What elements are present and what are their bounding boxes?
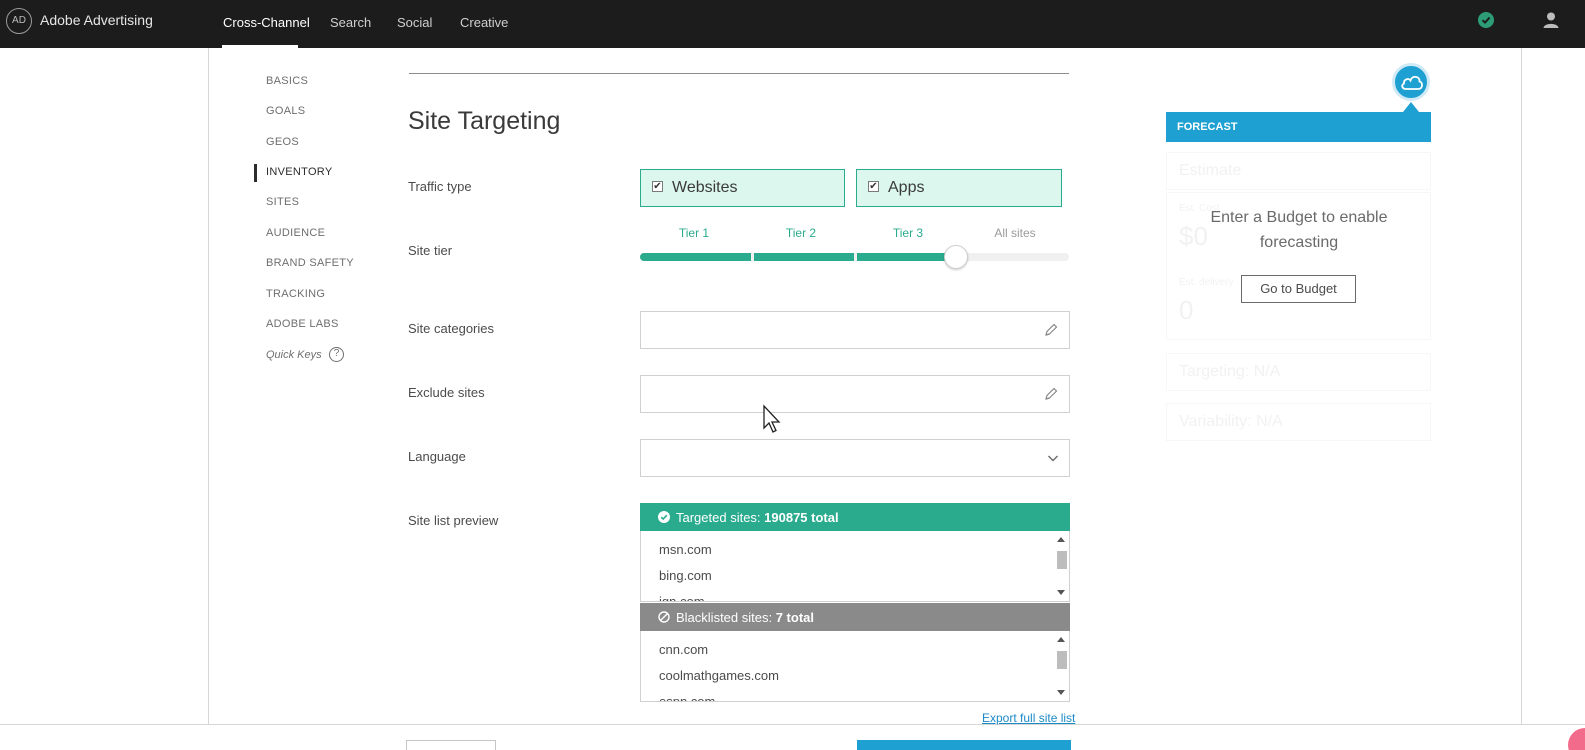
- site-tier-fill-segment-2: [754, 253, 854, 261]
- sidebar-item-goals[interactable]: GOALS: [266, 105, 305, 117]
- blacklisted-sites-title: Blacklisted sites: 7 total: [676, 610, 814, 625]
- sidebar-item-geos[interactable]: GEOS: [266, 136, 299, 148]
- targeting-row: Targeting: N/A: [1166, 353, 1431, 391]
- sidebar-item-tracking[interactable]: TRACKING: [266, 288, 325, 300]
- list-item: msn.com: [659, 542, 712, 557]
- sidebar-item-adobe-labs[interactable]: ADOBE LABS: [266, 318, 339, 330]
- exclude-sites-input[interactable]: [640, 375, 1070, 413]
- apps-checkbox[interactable]: ✔ Apps: [856, 169, 1062, 207]
- tab-creative[interactable]: Creative: [460, 15, 508, 30]
- targeted-sites-header: Targeted sites: 190875 total: [640, 503, 1070, 531]
- blocked-icon: [658, 611, 670, 623]
- exclude-sites-label: Exclude sites: [408, 385, 485, 400]
- sidebar-active-indicator: [254, 164, 257, 182]
- blacklisted-sites-list[interactable]: cnn.com coolmathgames.com espn.com: [640, 631, 1070, 702]
- site-tier-label: Site tier: [408, 243, 453, 258]
- websites-checkbox-label: Websites: [672, 179, 738, 196]
- websites-checkbox-check-icon[interactable]: ✔: [652, 181, 663, 192]
- apps-checkbox-check-icon[interactable]: ✔: [868, 181, 879, 192]
- targeting-label: Targeting: N/A: [1179, 363, 1281, 380]
- forecast-pointer: [1403, 102, 1419, 112]
- forecast-header: FORECAST: [1166, 112, 1431, 142]
- all-sites-label[interactable]: All sites: [970, 226, 1060, 240]
- targeted-prefix: Targeted sites:: [676, 510, 765, 525]
- websites-checkbox[interactable]: ✔ Websites: [640, 169, 845, 207]
- estimate-select: Estimate: [1166, 152, 1431, 190]
- language-select[interactable]: [640, 439, 1070, 477]
- brand-name[interactable]: Adobe Advertising: [40, 12, 153, 28]
- estimate-label: Estimate: [1179, 162, 1242, 179]
- tab-cross-channel[interactable]: Cross-Channel: [223, 15, 310, 30]
- list-item: ign.com: [659, 594, 705, 602]
- footer-divider: [0, 724, 1585, 725]
- tab-search[interactable]: Search: [330, 15, 371, 30]
- content-border-right: [1521, 48, 1522, 724]
- status-check-icon[interactable]: [1478, 12, 1494, 28]
- footer-secondary-button[interactable]: [406, 740, 496, 750]
- sidebar-item-brand-safety[interactable]: BRAND SAFETY: [266, 257, 354, 269]
- forecast-cloud-button[interactable]: [1392, 63, 1430, 101]
- check-circle-icon: [658, 511, 670, 523]
- chevron-down-icon: [1048, 455, 1058, 462]
- tier-3-label[interactable]: Tier 3: [863, 226, 953, 240]
- site-tier-fill-segment-3: [857, 253, 957, 261]
- list-item: coolmathgames.com: [659, 668, 779, 683]
- pencil-edit-icon[interactable]: [1043, 322, 1059, 338]
- top-bar: AD Adobe Advertising Cross-Channel Searc…: [0, 0, 1585, 48]
- tier-2-label[interactable]: Tier 2: [756, 226, 846, 240]
- section-divider: [409, 73, 1069, 74]
- chat-bubble-icon[interactable]: [1568, 728, 1585, 750]
- blacklisted-sites-header: Blacklisted sites: 7 total: [640, 603, 1070, 631]
- variability-row: Variability: N/A: [1166, 403, 1431, 441]
- blacklisted-list-scrollbar[interactable]: [1056, 633, 1067, 699]
- tab-social[interactable]: Social: [397, 15, 432, 30]
- sidebar-item-sites[interactable]: SITES: [266, 196, 299, 208]
- blacklisted-prefix: Blacklisted sites:: [676, 610, 776, 625]
- tier-1-label[interactable]: Tier 1: [649, 226, 739, 240]
- help-icon[interactable]: ?: [329, 347, 344, 362]
- est-delivery-label: Est. delivery: [1179, 277, 1234, 288]
- mouse-cursor-icon: [763, 404, 781, 433]
- user-profile-icon[interactable]: [1542, 11, 1560, 29]
- footer-primary-button[interactable]: [857, 740, 1071, 750]
- forecast-title: FORECAST: [1177, 121, 1238, 133]
- export-full-site-list-link[interactable]: Export full site list: [982, 711, 1075, 725]
- targeted-list-scrollbar[interactable]: [1056, 533, 1067, 599]
- adobe-advertising-logo-icon[interactable]: AD: [6, 8, 32, 34]
- targeted-sites-title: Targeted sites: 190875 total: [676, 510, 839, 525]
- pencil-edit-icon[interactable]: [1043, 386, 1059, 402]
- content-border-left: [208, 48, 209, 724]
- forecast-budget-message: Enter a Budget to enable forecasting: [1210, 209, 1388, 251]
- sidebar-item-audience[interactable]: AUDIENCE: [266, 227, 325, 239]
- sidebar-item-inventory[interactable]: INVENTORY: [266, 166, 332, 178]
- quick-keys-link[interactable]: Quick Keys: [266, 349, 322, 361]
- site-categories-input[interactable]: [640, 311, 1070, 349]
- blacklisted-count: 7 total: [775, 610, 814, 625]
- language-label: Language: [408, 449, 466, 464]
- sidebar-item-basics[interactable]: BASICS: [266, 75, 308, 87]
- variability-label: Variability: N/A: [1179, 413, 1283, 430]
- est-delivery-value: 0: [1179, 295, 1194, 325]
- targeted-count: 190875 total: [764, 510, 839, 525]
- go-to-budget-button[interactable]: Go to Budget: [1241, 275, 1356, 303]
- site-tier-slider-handle[interactable]: [944, 245, 968, 269]
- traffic-type-label: Traffic type: [408, 179, 472, 194]
- targeted-sites-list[interactable]: msn.com bing.com ign.com: [640, 531, 1070, 602]
- apps-checkbox-label: Apps: [888, 179, 925, 196]
- page-title: Site Targeting: [408, 107, 561, 135]
- list-item: cnn.com: [659, 642, 709, 657]
- cloud-icon: [1401, 75, 1423, 90]
- list-item: espn.com: [659, 694, 716, 702]
- list-item: bing.com: [659, 568, 712, 583]
- site-list-preview-label: Site list preview: [408, 513, 499, 528]
- site-tier-fill-segment-1: [640, 253, 751, 261]
- site-categories-label: Site categories: [408, 321, 494, 336]
- active-tab-indicator: [222, 45, 298, 48]
